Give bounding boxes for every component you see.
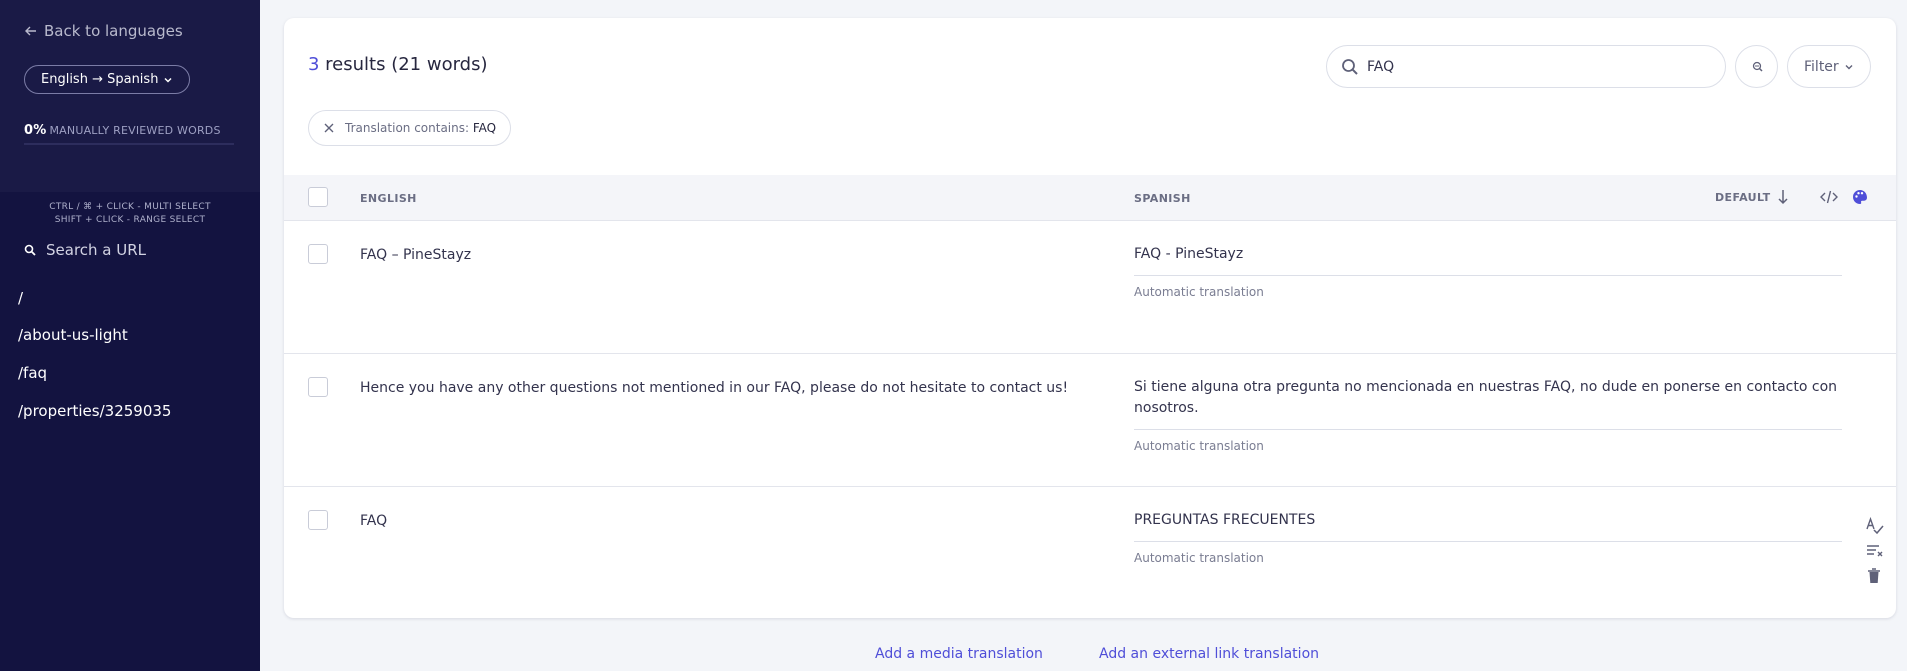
search-icon (24, 244, 36, 256)
url-item-root[interactable]: / (18, 289, 23, 307)
reviewed-words-status: 0% MANUALLY REVIEWED WORDS (24, 123, 221, 138)
target-divider (1134, 275, 1842, 276)
row-actions (1866, 517, 1884, 585)
select-all-checkbox[interactable] (308, 187, 328, 207)
sidebar-header: Back to languages English → Spanish 0% MA… (0, 0, 260, 192)
source-text: FAQ (360, 513, 388, 529)
chip-value: FAQ (472, 121, 497, 135)
chevron-down-icon (1844, 62, 1854, 72)
url-search-input[interactable] (46, 241, 236, 259)
translation-search-input[interactable] (1367, 58, 1687, 75)
url-item-about-us-light[interactable]: /about-us-light (18, 326, 128, 344)
table-row: FAQ – PineStayz FAQ - PineStayz Automati… (284, 221, 1896, 354)
trash-icon[interactable] (1866, 567, 1884, 585)
clear-format-icon[interactable] (1866, 543, 1884, 559)
sidebar: Back to languages English → Spanish 0% MA… (0, 0, 260, 671)
spellcheck-icon[interactable] (1866, 517, 1884, 535)
multi-select-hint: CTRL / ⌘ + CLICK - MULTI SELECT (49, 202, 211, 212)
url-search (24, 241, 236, 259)
table-row: Hence you have any other questions not m… (284, 354, 1896, 487)
translation-status: Automatic translation (1134, 551, 1264, 565)
range-select-hint: SHIFT + CLICK - RANGE SELECT (54, 215, 206, 225)
sort-default-button[interactable]: DEFAULT (1715, 189, 1789, 205)
table-header: ENGLISH SPANISH DEFAULT (284, 175, 1896, 221)
reviewed-percent: 0% (24, 123, 47, 138)
code-view-icon[interactable] (1820, 189, 1838, 205)
language-pair-dropdown[interactable]: English → Spanish (24, 65, 191, 94)
column-header-target: SPANISH (1134, 192, 1191, 205)
row-checkbox[interactable] (308, 244, 328, 264)
reviewed-progress-bar (24, 143, 234, 145)
source-text: FAQ – PineStayz (360, 247, 472, 263)
source-text: Hence you have any other questions not m… (360, 380, 1069, 396)
filter-button[interactable]: Filter (1787, 45, 1871, 88)
filter-label: Filter (1804, 58, 1839, 75)
target-text[interactable]: FAQ - PineStayz (1134, 244, 1842, 265)
add-media-translation-link[interactable]: Add a media translation (875, 646, 1043, 662)
table-row: FAQ PREGUNTAS FRECUENTES Automatic trans… (284, 487, 1896, 618)
chevron-down-icon (163, 75, 173, 85)
translation-search (1326, 45, 1726, 88)
row-checkbox[interactable] (308, 377, 328, 397)
target-text[interactable]: Si tiene alguna otra pregunta no mencion… (1134, 377, 1842, 419)
advanced-search-button[interactable] (1735, 45, 1778, 88)
results-text: results (21 words) (319, 54, 488, 75)
active-filter-chip: Translation contains: FAQ (308, 110, 512, 146)
reviewed-label: MANUALLY REVIEWED WORDS (49, 124, 221, 137)
row-checkbox[interactable] (308, 510, 328, 530)
arrow-down-icon (1777, 189, 1789, 205)
url-item-properties[interactable]: /properties/3259035 (18, 402, 171, 420)
url-item-faq[interactable]: /faq (18, 364, 47, 382)
target-divider (1134, 429, 1842, 430)
translations-card: 3 results (21 words) Filter Translation … (284, 18, 1896, 618)
results-count: 3 (308, 54, 320, 75)
search-icon (1341, 58, 1359, 76)
chip-label: Translation contains: (345, 121, 473, 135)
back-link-label: Back to languages (44, 22, 183, 40)
target-text[interactable]: PREGUNTAS FRECUENTES (1134, 510, 1842, 531)
language-pair-label: English → Spanish (41, 72, 159, 87)
sort-label: DEFAULT (1715, 190, 1771, 204)
arrow-left-icon (24, 24, 38, 38)
target-divider (1134, 541, 1842, 542)
palette-icon[interactable] (1852, 189, 1868, 205)
close-icon[interactable] (323, 122, 335, 134)
back-to-languages-link[interactable]: Back to languages (24, 22, 183, 40)
search-replace-icon (1750, 60, 1764, 74)
translation-status: Automatic translation (1134, 439, 1264, 453)
add-external-link-translation-link[interactable]: Add an external link translation (1099, 646, 1319, 662)
translation-status: Automatic translation (1134, 285, 1264, 299)
column-header-source: ENGLISH (360, 192, 417, 205)
results-summary: 3 results (21 words) (308, 54, 488, 75)
